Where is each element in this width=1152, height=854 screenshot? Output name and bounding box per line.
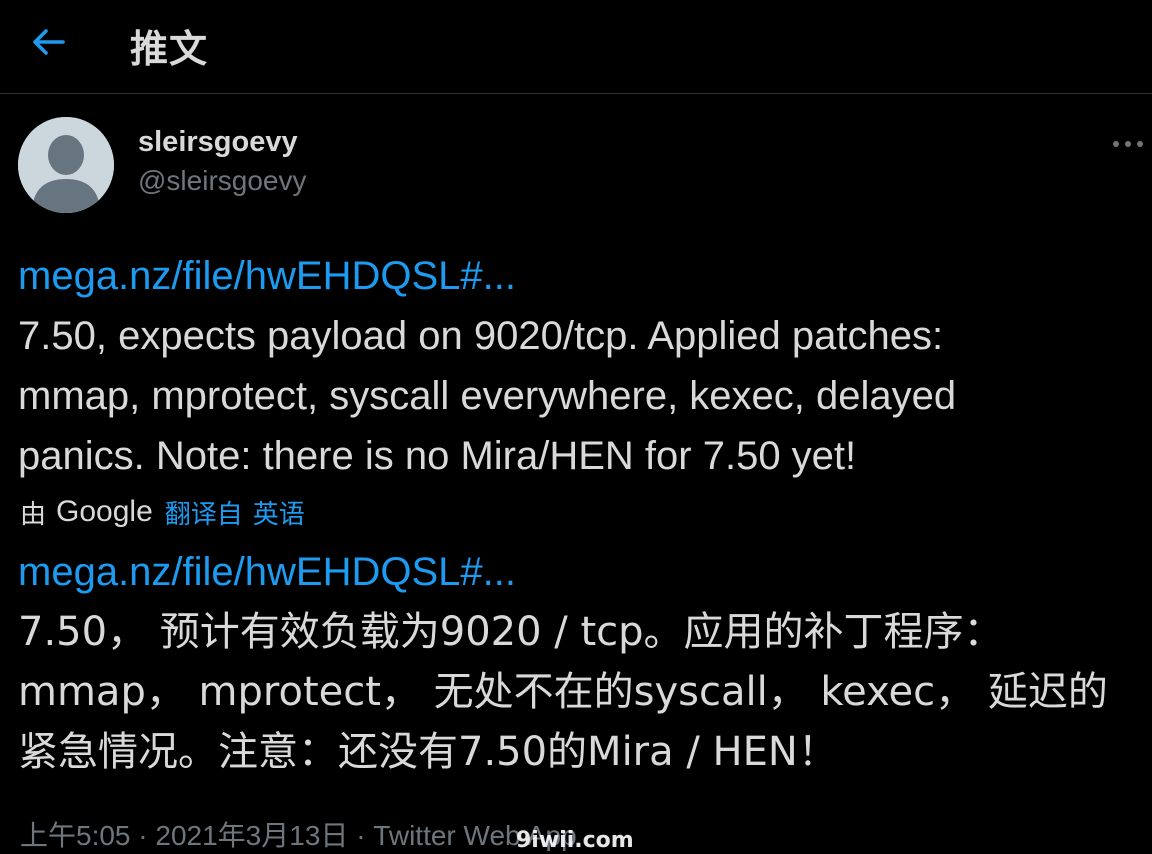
meta-separator: · [138,820,148,851]
arrow-left-icon [33,29,65,55]
avatar[interactable] [18,117,114,213]
back-button[interactable] [26,22,70,62]
meta-separator: · [356,820,366,851]
tweet-text-line: 7.50, expects payload on 9020/tcp. Appli… [18,314,944,358]
more-button[interactable] [1108,128,1148,160]
more-horizontal-icon [1113,141,1143,147]
tweet-link[interactable]: mega.nz/file/hwEHDQSL#... [18,254,516,298]
source-language-link[interactable]: 英语 [253,494,305,531]
tweet-text-line: mmap, mprotect, syscall everywhere, kexe… [18,374,957,418]
translated-text-line: mmap， mprotect， 无处不在的syscall， kexec， 延迟的 [18,669,1108,715]
page-title: 推文 [130,27,209,71]
watermark: 9iwii.com [516,828,634,853]
translation-attribution: 由 Google 翻译自 英语 [20,494,305,530]
translated-text-line: 紧急情况。注意：还没有7.50的Mira / HEN！ [18,729,838,775]
author-handle[interactable]: @sleirsgoevy [138,165,306,197]
translated-link[interactable]: mega.nz/file/hwEHDQSL#... [18,550,516,594]
top-bar: 推文 [0,0,1152,94]
translated-body: mega.nz/file/hwEHDQSL#... 7.50， 预计有效负载为9… [18,542,1108,782]
google-logo: Google [56,495,153,528]
tweet-body: mega.nz/file/hwEHDQSL#... 7.50, expects … [18,246,956,486]
tweet-text-line: panics. Note: there is no Mira/HEN for 7… [18,434,857,478]
default-avatar-icon [18,117,114,213]
tweet-meta: 上午5:05 · 2021年3月13日 · Twitter Web App [20,814,577,854]
translated-from-link[interactable]: 翻译自 [165,494,243,531]
translated-by-label: 由 [20,499,47,530]
tweet-date[interactable]: 2021年3月13日 [155,820,348,851]
tweet-time[interactable]: 上午5:05 [20,820,131,851]
author-display-name[interactable]: sleirsgoevy [138,126,298,159]
translated-text-line: 7.50， 预计有效负载为9020 / tcp。应用的补丁程序： [18,609,1004,655]
